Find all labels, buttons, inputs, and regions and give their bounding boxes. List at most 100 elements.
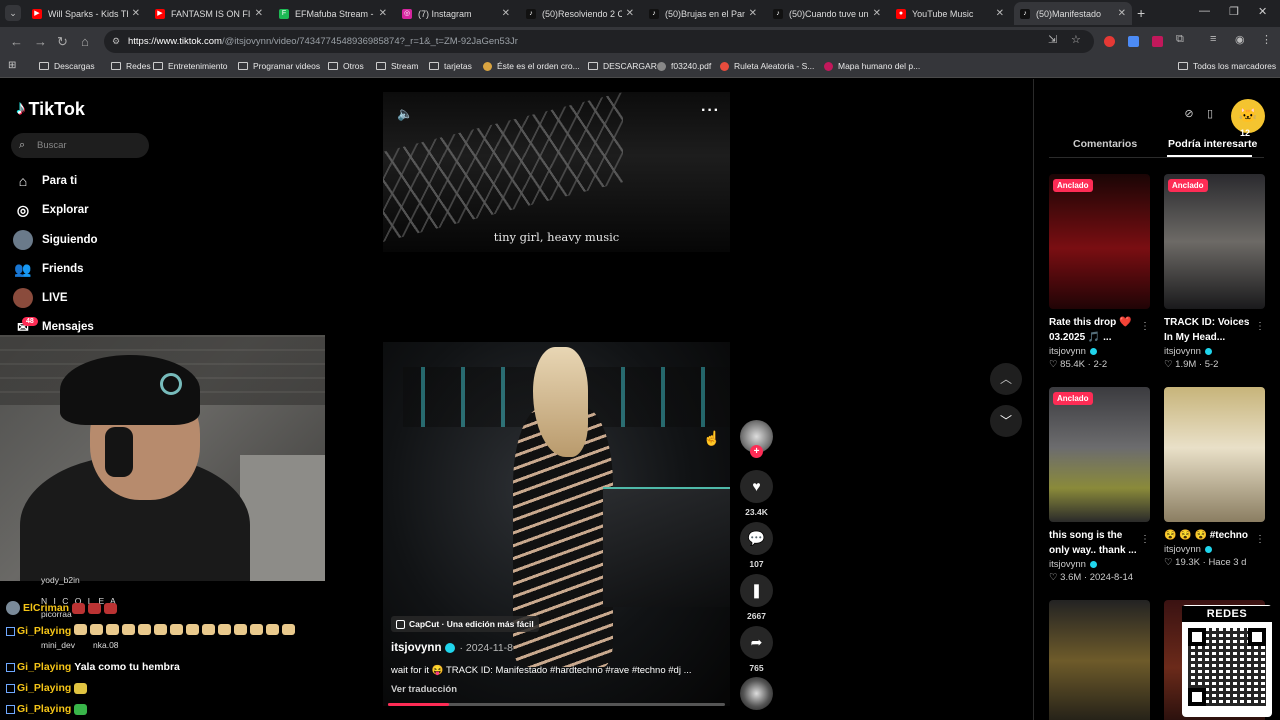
browser-menu-icon[interactable]: ⋮ — [1261, 33, 1272, 46]
browser-tab[interactable]: ♪ (50)Cuando tuve un c ✕ — [767, 2, 887, 25]
card-more-icon[interactable]: ⋮ — [1140, 321, 1150, 332]
card-author[interactable]: itsjovynn — [1164, 346, 1265, 357]
recommended-video-card[interactable]: Anclado TRACK ID: Voices In My Head... ⋮ it… — [1164, 174, 1265, 370]
extension-icon[interactable] — [1104, 36, 1115, 47]
video-thumbnail[interactable] — [1049, 600, 1150, 720]
site-info-icon[interactable]: ⚙ — [112, 30, 120, 53]
card-author[interactable]: itsjovynn — [1049, 559, 1150, 570]
browser-tab[interactable]: ♪ (50)Resolviendo 2 Cu ✕ — [520, 2, 640, 25]
browser-tab[interactable]: ▶ FANTASM IS ON FIRE ✕ — [149, 2, 269, 25]
bookmark-item[interactable]: Otros — [328, 61, 364, 71]
new-tab-button[interactable]: + — [1137, 5, 1145, 21]
browser-tab[interactable]: ♪ (50)Manifestado ✕ — [1014, 2, 1132, 25]
tab-close-icon[interactable]: ✕ — [996, 8, 1004, 19]
like-button[interactable]: ♥ — [740, 470, 773, 503]
tab-close-icon[interactable]: ✕ — [502, 8, 510, 19]
close-window-button[interactable]: ✕ — [1258, 5, 1267, 18]
tab-comentarios[interactable]: Comentarios — [1073, 138, 1137, 150]
tab-close-icon[interactable]: ✕ — [255, 8, 263, 19]
more-options-icon[interactable]: ··· — [701, 102, 720, 120]
browser-tab[interactable]: F EFMafuba Stream - W ✕ — [273, 2, 393, 25]
video-progress-bar[interactable] — [388, 703, 725, 706]
music-disc-button[interactable] — [740, 677, 773, 710]
search-input[interactable]: ⌕ Buscar — [11, 133, 149, 158]
tab-close-icon[interactable]: ✕ — [873, 8, 881, 19]
profile-icon[interactable]: ◉ — [1235, 33, 1245, 46]
extensions-puzzle-icon[interactable]: ⧉ — [1176, 33, 1184, 46]
video-thumbnail[interactable]: Anclado — [1164, 174, 1265, 309]
volume-icon[interactable]: 🔈 — [397, 106, 413, 122]
card-more-icon[interactable]: ⋮ — [1255, 534, 1265, 545]
browser-tab[interactable]: ▶ Will Sparks - Kids The ✕ — [26, 2, 146, 25]
card-author[interactable]: itsjovynn — [1164, 544, 1265, 555]
video-author[interactable]: itsjovynn · 2024-11-8 — [391, 642, 513, 654]
card-more-icon[interactable]: ⋮ — [1140, 534, 1150, 545]
maximize-button[interactable]: ❐ — [1229, 5, 1239, 18]
save-button[interactable]: ❚ — [740, 574, 773, 607]
address-bar[interactable]: ⚙ https://www.tiktok.com/@itsjovynn/vide… — [104, 30, 1094, 53]
browser-tab[interactable]: ◎ (7) Instagram ✕ — [396, 2, 516, 25]
reload-button[interactable]: ↻ — [57, 34, 68, 50]
discover-icon[interactable]: ⊘ — [1181, 106, 1197, 122]
bookmark-item[interactable]: Todos los marcadores — [1178, 61, 1276, 71]
extension-icon[interactable] — [1152, 36, 1163, 47]
previous-video-button[interactable]: ︿ — [990, 363, 1022, 395]
tab-close-icon[interactable]: ✕ — [132, 8, 140, 19]
translate-extension-icon[interactable] — [1128, 36, 1139, 47]
install-app-icon[interactable]: ⇲ — [1048, 33, 1057, 46]
card-more-icon[interactable]: ⋮ — [1255, 321, 1265, 332]
chat-username: Gi_Playing — [17, 703, 72, 715]
bookmark-item[interactable]: Stream — [376, 61, 418, 71]
compass-icon: ◎ — [16, 201, 30, 218]
tab-search-icon[interactable]: ⌄ — [5, 5, 21, 21]
twitch-icon — [6, 662, 15, 672]
video-player[interactable]: tiny girl, heavy music 🔈 ··· CapCut · Un… — [383, 92, 730, 706]
browser-tab[interactable]: ● YouTube Music ✕ — [890, 2, 1010, 25]
sidebar-item-live[interactable]: LIVE — [13, 287, 68, 309]
video-caption-overlay: tiny girl, heavy music — [493, 230, 620, 244]
media-controls-icon[interactable]: ≡ — [1210, 33, 1216, 45]
bookmark-item[interactable]: Mapa humano del p... — [824, 61, 920, 71]
bookmark-item[interactable]: f03240.pdf — [657, 61, 711, 71]
comment-button[interactable]: 💬 — [740, 522, 773, 555]
apps-grid-icon[interactable]: ⊞ — [8, 60, 16, 71]
bookmark-star-icon[interactable]: ☆ — [1071, 33, 1081, 46]
sidebar-item-friends[interactable]: 👥 Friends — [13, 258, 83, 280]
translate-link[interactable]: Ver traducción — [391, 684, 457, 695]
next-video-button[interactable]: ﹀ — [990, 405, 1022, 437]
share-button[interactable]: ➦ — [740, 626, 773, 659]
bookmark-item[interactable]: tarjetas — [429, 61, 472, 71]
tiktok-logo[interactable]: ♪ TikTok — [16, 98, 85, 120]
back-button[interactable]: ← — [10, 34, 23, 49]
card-author[interactable]: itsjovynn — [1049, 346, 1150, 357]
tab-close-icon[interactable]: ✕ — [379, 8, 387, 19]
tab-close-icon[interactable]: ✕ — [1118, 8, 1126, 19]
bookmark-item[interactable]: Descargas — [39, 61, 95, 71]
recommended-video-card[interactable] — [1049, 600, 1150, 720]
tab-close-icon[interactable]: ✕ — [749, 8, 757, 19]
phone-icon[interactable]: ▯ — [1202, 106, 1218, 122]
sidebar-item-explorar[interactable]: ◎ Explorar — [13, 199, 89, 221]
bookmark-item[interactable]: Redes — [111, 61, 151, 71]
home-button[interactable]: ⌂ — [81, 34, 89, 49]
recommended-video-card[interactable]: Anclado Rate this drop ❤️ 03.2025 🎵 ... ⋮ i… — [1049, 174, 1150, 370]
tab-close-icon[interactable]: ✕ — [626, 8, 634, 19]
bookmark-item[interactable]: Ruleta Aleatoria - S... — [720, 61, 814, 71]
video-thumbnail[interactable]: Anclado — [1049, 387, 1150, 522]
sidebar-item-siguiendo[interactable]: Siguiendo — [13, 229, 98, 251]
recommended-video-card[interactable]: Anclado this song is the only way.. thank… — [1049, 387, 1150, 583]
browser-tab[interactable]: ♪ (50)Brujas en el Pant ✕ — [643, 2, 763, 25]
bookmark-item[interactable]: Entretenimiento — [153, 61, 228, 71]
recommended-video-card[interactable]: 😵 😵 😵 #techno ⋮ itsjovynn ♡ 19.3K · Hace 3 … — [1164, 387, 1265, 568]
video-thumbnail[interactable] — [1164, 387, 1265, 522]
bookmark-item[interactable]: DESCARGAR — [588, 61, 657, 71]
bookmark-item[interactable]: Éste es el orden cro... — [483, 61, 580, 71]
minimize-button[interactable]: — — [1199, 5, 1210, 17]
capcut-tag[interactable]: CapCut · Una edición más fácil — [391, 616, 539, 632]
bookmark-item[interactable]: Programar videos — [238, 61, 320, 71]
tab-podria-interesarte[interactable]: Podría interesarte — [1168, 138, 1257, 150]
sidebar-item-para-ti[interactable]: ⌂ Para ti — [13, 170, 77, 192]
follow-plus-icon[interactable]: + — [750, 445, 763, 458]
video-thumbnail[interactable]: Anclado — [1049, 174, 1150, 309]
forward-button[interactable]: → — [34, 34, 47, 49]
